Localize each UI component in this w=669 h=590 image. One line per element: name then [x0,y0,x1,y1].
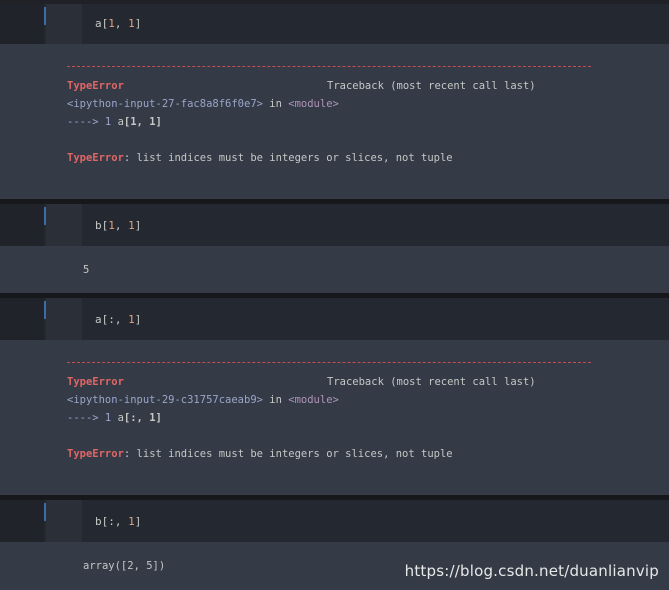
cell-1-prompt [0,4,44,44]
cell-1-code[interactable]: a[1, 1] [95,17,141,30]
error-header: TypeError [67,80,124,92]
traceback-location: <ipython-input-27-fac8a8f6f0e7> in <modu… [67,98,339,110]
cell-4-gutter [46,500,82,542]
error-type: TypeError [67,448,124,460]
traceback-code-line: ----> 1 a[1, 1] [67,116,162,128]
cell-1-output: TypeError Traceback (most recent call la… [0,44,669,199]
error-message-line: TypeError: list indices must be integers… [67,152,453,164]
output-value: 5 [83,264,90,276]
traceback-divider [67,66,591,67]
output-value: array([2, 5]) [83,560,166,572]
traceback-divider [67,362,591,363]
error-message: : list indices must be integers or slice… [123,152,453,164]
cell-2-output: 5 [0,246,669,293]
cell-4-input[interactable]: b[:, 1] [0,500,669,542]
traceback-in: in [262,394,289,406]
code-text: , [114,17,129,30]
code-number: 1 [128,17,135,30]
code-text: a[ [95,17,109,30]
traceback-code-highlight: [1, 1] [123,116,162,128]
traceback-file: <ipython-input-29-c31757caeab9> [67,394,263,406]
cell-3-gutter [46,298,82,340]
cell-1-gutter [46,4,82,44]
traceback-code-highlight: [:, 1] [123,412,162,424]
traceback-module: <module> [288,98,339,110]
code-text: ] [134,219,142,232]
code-text: a[:, [95,313,129,326]
traceback-location: <ipython-input-29-c31757caeab9> in <modu… [67,394,339,406]
cell-4-prompt [0,500,44,542]
error-message: : list indices must be integers or slice… [123,448,453,460]
traceback-arrow: ----> 1 [67,116,118,128]
traceback-label: Traceback (most recent call last) [327,376,536,388]
error-header: TypeError [67,376,124,388]
cell-3-output: TypeError Traceback (most recent call la… [0,340,669,495]
cell-3-code[interactable]: a[:, 1] [95,313,141,326]
error-message-line: TypeError: list indices must be integers… [67,448,453,460]
cell-1-input[interactable]: a[1, 1] [0,4,669,44]
cell-3-input[interactable]: a[:, 1] [0,298,669,340]
traceback-arrow: ----> 1 [67,412,118,424]
cell-3-prompt [0,298,44,340]
code-number: 1 [128,219,135,232]
code-text: b[:, [95,515,129,528]
cell-4-code[interactable]: b[:, 1] [95,515,141,528]
code-text: , [114,219,129,232]
cell-2-gutter [46,204,82,246]
error-type: TypeError [67,376,124,388]
traceback-in: in [262,98,289,110]
watermark: https://blog.csdn.net/duanlianvip [404,562,659,580]
traceback-code-line: ----> 1 a[:, 1] [67,412,162,424]
error-type: TypeError [67,152,124,164]
cell-2-code[interactable]: b[1, 1] [95,219,141,232]
code-text: ] [134,17,142,30]
code-text: ] [134,313,142,326]
code-text: ] [134,515,142,528]
cell-2-prompt [0,204,44,246]
code-number: 1 [128,515,135,528]
error-type: TypeError [67,80,124,92]
traceback-file: <ipython-input-27-fac8a8f6f0e7> [67,98,263,110]
code-number: 1 [108,17,115,30]
traceback-module: <module> [288,394,339,406]
code-number: 1 [128,313,135,326]
traceback-label: Traceback (most recent call last) [327,80,536,92]
code-text: b[ [95,219,109,232]
code-number: 1 [108,219,115,232]
cell-2-input[interactable]: b[1, 1] [0,204,669,246]
